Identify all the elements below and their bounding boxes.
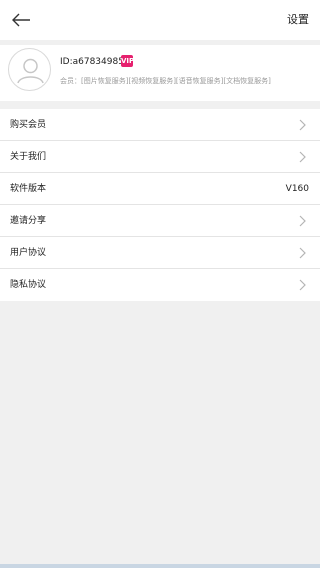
menu-item-label: 隐私协议 — [10, 280, 47, 290]
chevron-right-icon — [299, 151, 306, 163]
menu-item-buy-membership[interactable]: 购买会员 — [0, 109, 320, 141]
user-avatar-icon — [17, 58, 44, 84]
chevron-right-icon — [299, 215, 306, 227]
page-title: 设置 — [287, 13, 309, 26]
menu-item-privacy-policy[interactable]: 隐私协议 — [0, 269, 320, 301]
menu-item-user-agreement[interactable]: 用户协议 — [0, 237, 320, 269]
membership-info: 会员：[图片恢复服务][视频恢复服务][语音恢复服务][文档恢复服务] — [60, 77, 271, 85]
arrow-left-icon — [12, 13, 30, 27]
menu-item-label: 关于我们 — [10, 152, 47, 162]
profile-card: ID:a678349857 VIP 会员：[图片恢复服务][视频恢复服务][语音… — [0, 45, 320, 101]
menu-item-label: 用户协议 — [10, 248, 47, 258]
menu-item-invite-share[interactable]: 邀请分享 — [0, 205, 320, 237]
user-id: ID:a678349857 — [60, 57, 130, 67]
settings-menu: 购买会员 关于我们 软件版本 V160 邀请分享 用户协议 隐私协议 — [0, 109, 320, 301]
menu-item-label: 邀请分享 — [10, 216, 47, 226]
back-button[interactable] — [10, 12, 32, 28]
version-value: V160 — [285, 184, 309, 194]
menu-item-software-version[interactable]: 软件版本 V160 — [0, 173, 320, 205]
menu-item-label: 软件版本 — [10, 184, 47, 194]
chevron-right-icon — [299, 119, 306, 131]
menu-item-about-us[interactable]: 关于我们 — [0, 141, 320, 173]
avatar[interactable] — [8, 48, 51, 91]
chevron-right-icon — [299, 247, 306, 259]
menu-item-label: 购买会员 — [10, 120, 47, 130]
vip-badge: VIP — [121, 55, 135, 67]
top-bar: 设置 — [0, 0, 320, 40]
bottom-edge-strip — [0, 564, 320, 568]
chevron-right-icon — [299, 279, 306, 291]
